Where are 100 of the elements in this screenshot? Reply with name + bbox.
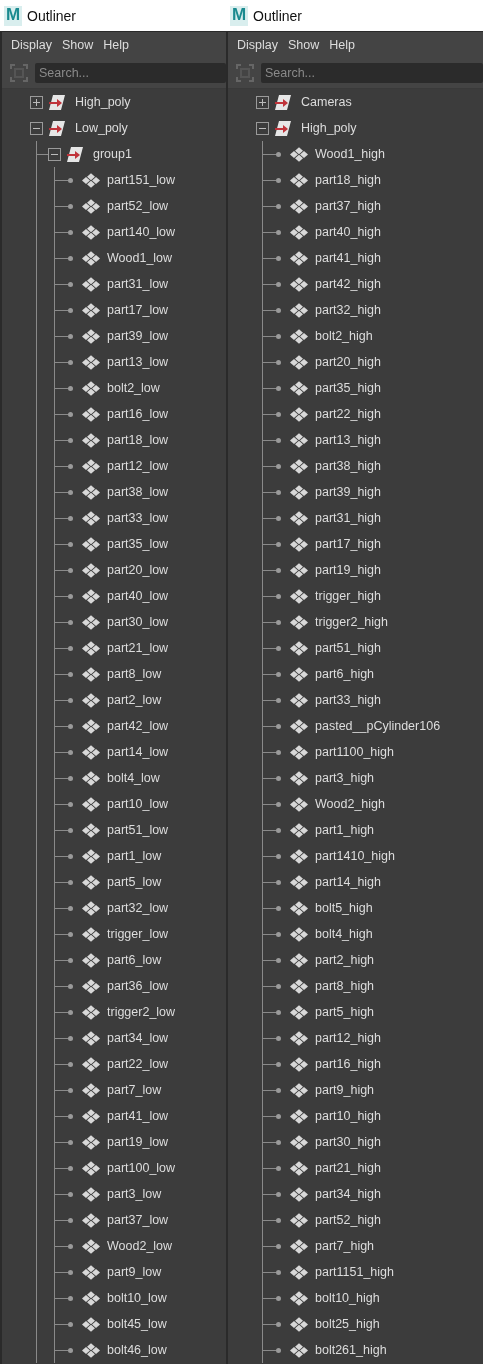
outliner-item-label[interactable]: bolt46_low xyxy=(107,1343,167,1357)
outliner-item-label[interactable]: part140_low xyxy=(107,225,176,239)
outliner-item-label[interactable]: part33_high xyxy=(315,693,382,707)
search-field[interactable]: Search... xyxy=(261,63,483,83)
outliner-item-label[interactable]: part9_low xyxy=(107,1265,162,1279)
outliner-item-label[interactable]: bolt25_high xyxy=(315,1317,380,1331)
outliner-item-label[interactable]: bolt10_high xyxy=(315,1291,380,1305)
outliner-item-label[interactable]: part3_low xyxy=(107,1187,162,1201)
menu-item[interactable]: Help xyxy=(100,36,132,54)
outliner-item-label[interactable]: part18_low xyxy=(107,433,169,447)
outliner-item-label[interactable]: part37_low xyxy=(107,1213,169,1227)
outliner-item-label[interactable]: part18_high xyxy=(315,173,382,187)
outliner-item-label[interactable]: part1151_high xyxy=(315,1265,394,1279)
outliner-item-label[interactable]: part5_high xyxy=(315,1005,375,1019)
outliner-item-label[interactable]: part38_high xyxy=(315,459,382,473)
outliner-item-label[interactable]: part19_low xyxy=(107,1135,169,1149)
outliner-item-label[interactable]: Wood2_low xyxy=(107,1239,173,1253)
outliner-item-label[interactable]: part9_high xyxy=(315,1083,375,1097)
outliner-item-label[interactable]: part52_low xyxy=(107,199,169,213)
collapse-toggle[interactable] xyxy=(256,121,269,135)
outliner-item-label[interactable]: part39_high xyxy=(315,485,382,499)
outliner-item-label[interactable]: part51_low xyxy=(107,823,169,837)
menu-item[interactable]: Help xyxy=(326,36,358,54)
outliner-item-label[interactable]: bolt4_high xyxy=(315,927,373,941)
outliner-item-label[interactable]: part40_low xyxy=(107,589,169,603)
outliner-item-label[interactable]: part32_low xyxy=(107,901,169,915)
outliner-item-label[interactable]: High_poly xyxy=(75,95,131,109)
menu-item[interactable]: Display xyxy=(8,36,55,54)
outliner-item-label[interactable]: part12_low xyxy=(107,459,169,473)
outliner-item-label[interactable]: Wood1_low xyxy=(107,251,173,265)
menu-item[interactable]: Show xyxy=(59,36,97,54)
outliner-item-label[interactable]: trigger_low xyxy=(107,927,169,941)
outliner-item-label[interactable]: part20_low xyxy=(107,563,169,577)
outliner-item-label[interactable]: part34_low xyxy=(107,1031,169,1045)
outliner-item-label[interactable]: part1410_high xyxy=(315,849,395,863)
outliner-item-label[interactable]: bolt45_low xyxy=(107,1317,167,1331)
outliner-item-label[interactable]: bolt4_low xyxy=(107,771,160,785)
outliner-item-label[interactable]: part33_low xyxy=(107,511,169,525)
outliner-item-label[interactable]: part1100_high xyxy=(315,745,394,759)
outliner-item-label[interactable]: part30_high xyxy=(315,1135,382,1149)
outliner-item-label[interactable]: part38_low xyxy=(107,485,169,499)
outliner-item-label[interactable]: part40_high xyxy=(315,225,382,239)
outliner-item-label[interactable]: trigger2_low xyxy=(107,1005,176,1019)
outliner-item-label[interactable]: part6_high xyxy=(315,667,375,681)
outliner-item-label[interactable]: part39_low xyxy=(107,329,169,343)
outliner-item-label[interactable]: part32_high xyxy=(315,303,382,317)
outliner-item-label[interactable]: part34_high xyxy=(315,1187,382,1201)
outliner-item-label[interactable]: part42_low xyxy=(107,719,169,733)
outliner-item-label[interactable]: part41_low xyxy=(107,1109,169,1123)
outliner-item-label[interactable]: group1 xyxy=(93,147,132,161)
outliner-item-label[interactable]: part51_high xyxy=(315,641,382,655)
outliner-item-label[interactable]: part16_high xyxy=(315,1057,382,1071)
outliner-item-label[interactable]: part16_low xyxy=(107,407,169,421)
outliner-item-label[interactable]: part31_high xyxy=(315,511,382,525)
outliner-item-label[interactable]: part151_low xyxy=(107,173,176,187)
collapse-toggle[interactable] xyxy=(48,147,61,161)
outliner-item-label[interactable]: Wood2_high xyxy=(315,797,385,811)
outliner-item-label[interactable]: bolt2_high xyxy=(315,329,373,343)
outliner-item-label[interactable]: part42_high xyxy=(315,277,382,291)
outliner-item-label[interactable]: trigger_high xyxy=(315,589,381,603)
collapse-toggle[interactable] xyxy=(30,121,43,135)
outliner-item-label[interactable]: part35_high xyxy=(315,381,382,395)
outliner-item-label[interactable]: part8_low xyxy=(107,667,162,681)
outliner-item-label[interactable]: part1_low xyxy=(107,849,162,863)
outliner-item-label[interactable]: pasted__pCylinder106 xyxy=(315,719,441,733)
outliner-item-label[interactable]: part8_high xyxy=(315,979,375,993)
expand-toggle[interactable] xyxy=(30,95,43,109)
outliner-item-label[interactable]: part6_low xyxy=(107,953,162,967)
outliner-item-label[interactable]: bolt261_high xyxy=(315,1343,387,1357)
outliner-item-label[interactable]: part13_low xyxy=(107,355,169,369)
outliner-item-label[interactable]: part31_low xyxy=(107,277,169,291)
expand-toggle[interactable] xyxy=(256,95,269,109)
outliner-item-label[interactable]: part20_high xyxy=(315,355,382,369)
outliner-item-label[interactable]: part7_low xyxy=(107,1083,162,1097)
outliner-item-label[interactable]: part100_low xyxy=(107,1161,176,1175)
outliner-item-label[interactable]: part22_low xyxy=(107,1057,169,1071)
outliner-item-label[interactable]: part7_high xyxy=(315,1239,375,1253)
outliner-item-label[interactable]: part37_high xyxy=(315,199,382,213)
outliner-item-label[interactable]: bolt2_low xyxy=(107,381,160,395)
outliner-item-label[interactable]: part21_high xyxy=(315,1161,382,1175)
outliner-item-label[interactable]: part2_high xyxy=(315,953,375,967)
outliner-item-label[interactable]: part35_low xyxy=(107,537,169,551)
outliner-item-label[interactable]: part13_high xyxy=(315,433,382,447)
outliner-item-label[interactable]: trigger2_high xyxy=(315,615,388,629)
outliner-item-label[interactable]: part17_high xyxy=(315,537,382,551)
search-field[interactable]: Search... xyxy=(35,63,226,83)
outliner-item-label[interactable]: part5_low xyxy=(107,875,162,889)
outliner-item-label[interactable]: part14_low xyxy=(107,745,169,759)
outliner-item-label[interactable]: part17_low xyxy=(107,303,169,317)
outliner-item-label[interactable]: Cameras xyxy=(301,95,352,109)
outliner-item-label[interactable]: part22_high xyxy=(315,407,382,421)
menu-item[interactable]: Show xyxy=(285,36,323,54)
outliner-item-label[interactable]: part12_high xyxy=(315,1031,382,1045)
outliner-item-label[interactable]: part10_low xyxy=(107,797,169,811)
outliner-item-label[interactable]: part41_high xyxy=(315,251,382,265)
outliner-item-label[interactable]: part10_high xyxy=(315,1109,382,1123)
menu-item[interactable]: Display xyxy=(234,36,281,54)
outliner-item-label[interactable]: part36_low xyxy=(107,979,169,993)
outliner-item-label[interactable]: part14_high xyxy=(315,875,382,889)
outliner-item-label[interactable]: part52_high xyxy=(315,1213,382,1227)
